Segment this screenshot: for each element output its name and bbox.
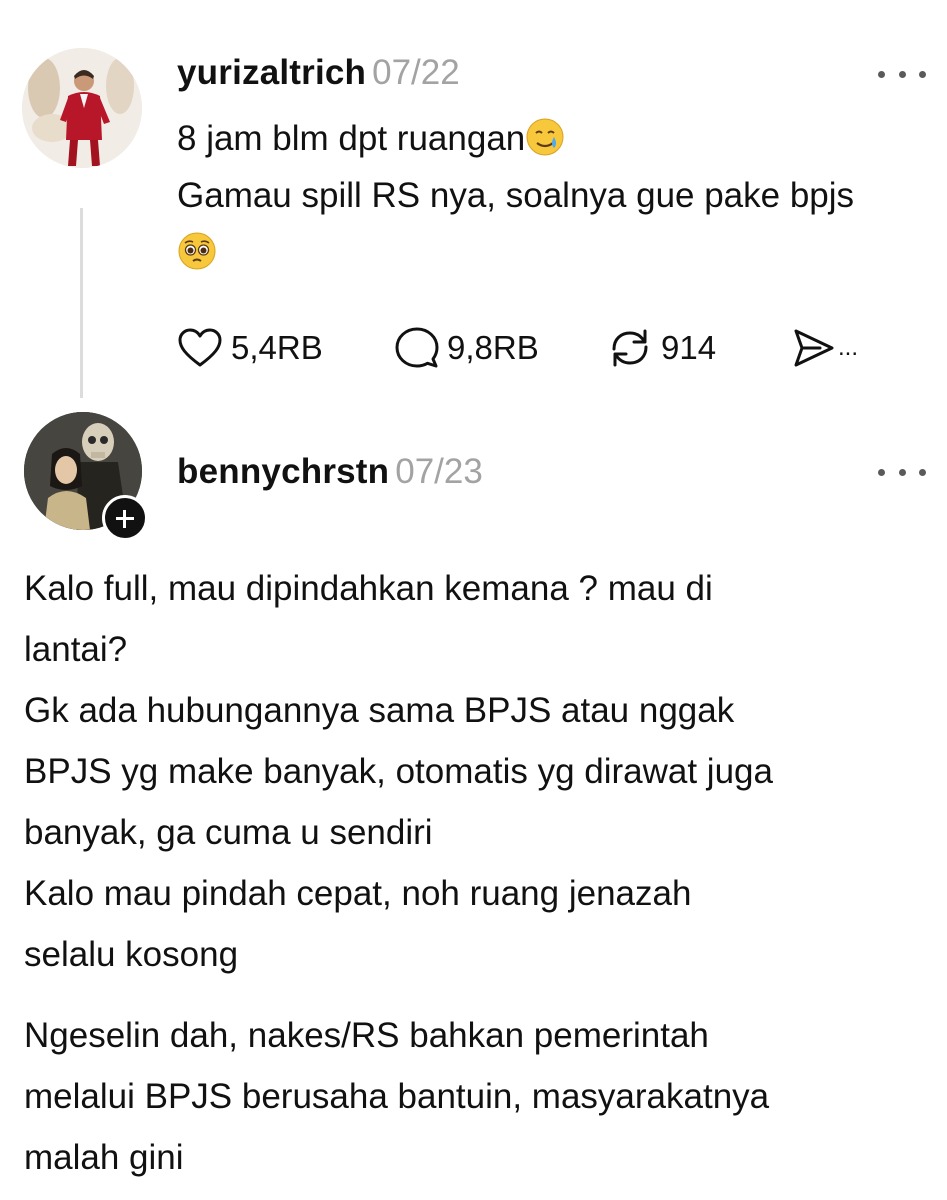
repost-count: 914 — [661, 329, 717, 366]
post-date: 07/22 — [372, 53, 460, 92]
post-line: Kalo mau pindah cepat, noh ruang jenazah — [24, 874, 692, 913]
post-yurizaltrich: yurizaltrich 07/22 8 jam blm dpt ruangan … — [0, 0, 947, 405]
post-paragraph: Kalo mau pindah cepat, noh ruang jenazah… — [24, 863, 924, 985]
more-options-icon[interactable] — [878, 62, 926, 86]
post-paragraph: Kalo full, mau dipindahkan kemana ? mau … — [24, 558, 924, 863]
post-date: 07/23 — [395, 452, 483, 491]
comment-icon — [395, 327, 439, 368]
avatar[interactable] — [22, 48, 142, 168]
post-line: Gamau spill RS nya, soalnya gue pake bpj… — [177, 176, 855, 215]
username[interactable]: bennychrstn — [177, 452, 389, 491]
smiling-face-with-tear-icon — [526, 118, 564, 156]
share-button[interactable]: ... — [792, 325, 858, 371]
reply-count: 9,8RB — [447, 329, 539, 366]
post-actions: 5,4RB 9,8RB 914 ... — [177, 325, 877, 371]
post-line: lantai? — [24, 630, 128, 669]
like-count: 5,4RB — [231, 329, 323, 366]
post-header: bennychrstn 07/23 — [177, 452, 483, 492]
post-body: 8 jam blm dpt ruangan Gamau spill RS nya… — [177, 110, 947, 281]
heart-icon — [178, 328, 222, 367]
thread-line — [80, 208, 83, 398]
post-line: 8 jam blm dpt ruangan — [177, 110, 947, 167]
repost-button[interactable]: 914 — [607, 325, 716, 371]
post-line — [177, 224, 947, 281]
post-line: malah gini — [24, 1138, 184, 1177]
post-line: Ngeselin dah, nakes/RS bahkan pemerintah — [24, 1016, 709, 1055]
post-line: BPJS yg make banyak, otomatis yg dirawat… — [24, 752, 773, 791]
post-line: melalui BPJS berusaha bantuin, masyaraka… — [24, 1077, 770, 1116]
like-button[interactable]: 5,4RB — [177, 325, 323, 371]
post-line: Kalo full, mau dipindahkan kemana ? mau … — [24, 569, 713, 608]
post-line: Gk ada hubungannya sama BPJS atau nggak — [24, 691, 735, 730]
follow-plus-icon[interactable] — [102, 495, 148, 541]
send-icon — [794, 329, 834, 367]
share-more: ... — [838, 334, 859, 361]
post-paragraph: Ngeselin dah, nakes/RS bahkan pemerintah… — [24, 1005, 924, 1188]
reply-button[interactable]: 9,8RB — [395, 325, 539, 371]
post-header: yurizaltrich 07/22 — [177, 53, 460, 93]
pleading-face-icon — [178, 232, 216, 270]
post-line: selalu kosong — [24, 935, 239, 974]
username[interactable]: yurizaltrich — [177, 53, 366, 92]
repost-icon — [612, 329, 648, 367]
post-line: banyak, ga cuma u sendiri — [24, 813, 433, 852]
more-options-icon[interactable] — [878, 460, 926, 484]
